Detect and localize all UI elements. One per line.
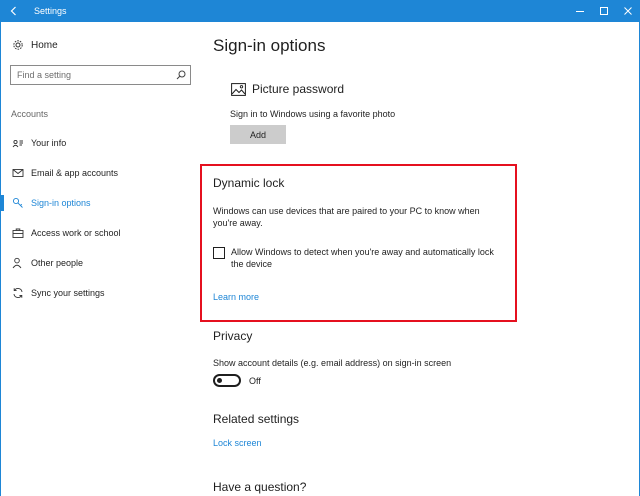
- maximize-icon: [600, 7, 608, 15]
- sidebar-item-other-people[interactable]: Other people: [1, 248, 196, 278]
- dynamic-lock-description: Windows can use devices that are paired …: [213, 206, 480, 228]
- maximize-button[interactable]: [592, 0, 616, 22]
- dynamic-lock-title: Dynamic lock: [213, 176, 285, 190]
- sidebar: Home Accounts Your info Email & app acco…: [1, 22, 196, 496]
- lock-screen-link[interactable]: Lock screen: [213, 438, 262, 448]
- back-arrow-icon: [10, 6, 16, 16]
- mail-icon: [11, 166, 25, 180]
- sync-icon: [11, 286, 25, 300]
- briefcase-icon: [11, 226, 25, 240]
- sidebar-nav: Your info Email & app accounts Sign-in o…: [1, 128, 196, 308]
- person-add-icon: [11, 256, 25, 270]
- account-details-toggle[interactable]: [213, 374, 241, 387]
- search-box: [10, 65, 191, 85]
- minimize-icon: [576, 11, 584, 12]
- close-button[interactable]: [616, 0, 640, 22]
- dynamic-lock-checkbox-row[interactable]: Allow Windows to detect when you're away…: [213, 246, 501, 270]
- search-icon[interactable]: [172, 66, 190, 84]
- picture-password-header: Picture password: [230, 82, 344, 96]
- account-details-toggle-row: Off: [213, 374, 261, 387]
- back-button[interactable]: [0, 0, 28, 22]
- page-title: Sign-in options: [213, 36, 326, 55]
- picture-password-description: Sign in to Windows using a favorite phot…: [230, 109, 396, 119]
- picture-password-title: Picture password: [252, 82, 345, 96]
- home-nav-item[interactable]: Home: [11, 38, 58, 52]
- sidebar-item-email-app-accounts[interactable]: Email & app accounts: [1, 158, 196, 188]
- related-settings-title: Related settings: [213, 412, 300, 426]
- minimize-button[interactable]: [568, 0, 592, 22]
- toggle-knob: [217, 378, 222, 383]
- window-controls: [568, 0, 640, 22]
- sidebar-item-label: Sign-in options: [31, 198, 91, 208]
- sidebar-item-access-work-or-school[interactable]: Access work or school: [1, 218, 196, 248]
- search-input[interactable]: [11, 70, 172, 80]
- privacy-title: Privacy: [213, 329, 253, 343]
- title-bar: Settings: [0, 0, 640, 22]
- privacy-description: Show account details (e.g. email address…: [213, 358, 452, 368]
- add-picture-password-button[interactable]: Add: [230, 125, 286, 144]
- sidebar-item-label: Your info: [31, 138, 67, 148]
- sidebar-item-sync-your-settings[interactable]: Sync your settings: [1, 278, 196, 308]
- sidebar-item-label: Other people: [31, 258, 84, 268]
- sidebar-item-label: Sync your settings: [31, 288, 105, 298]
- picture-icon: [230, 82, 246, 96]
- close-icon: [624, 7, 632, 15]
- sidebar-item-label: Access work or school: [31, 228, 121, 238]
- window-title: Settings: [34, 6, 67, 16]
- dynamic-lock-checkbox[interactable]: [213, 247, 225, 259]
- sidebar-item-label: Email & app accounts: [31, 168, 119, 178]
- dynamic-lock-checkbox-label[interactable]: Allow Windows to detect when you're away…: [231, 246, 501, 270]
- sidebar-item-your-info[interactable]: Your info: [1, 128, 196, 158]
- main-content: Sign-in options Picture password Sign in…: [196, 22, 639, 496]
- have-a-question-title: Have a question?: [213, 480, 307, 494]
- toggle-state-label: Off: [249, 375, 261, 386]
- key-icon: [11, 196, 25, 210]
- section-heading-accounts: Accounts: [11, 109, 49, 119]
- sidebar-item-sign-in-options[interactable]: Sign-in options: [1, 188, 196, 218]
- person-card-icon: [11, 136, 25, 150]
- learn-more-link[interactable]: Learn more: [213, 292, 259, 302]
- gear-icon: [11, 38, 25, 52]
- home-label: Home: [31, 39, 58, 51]
